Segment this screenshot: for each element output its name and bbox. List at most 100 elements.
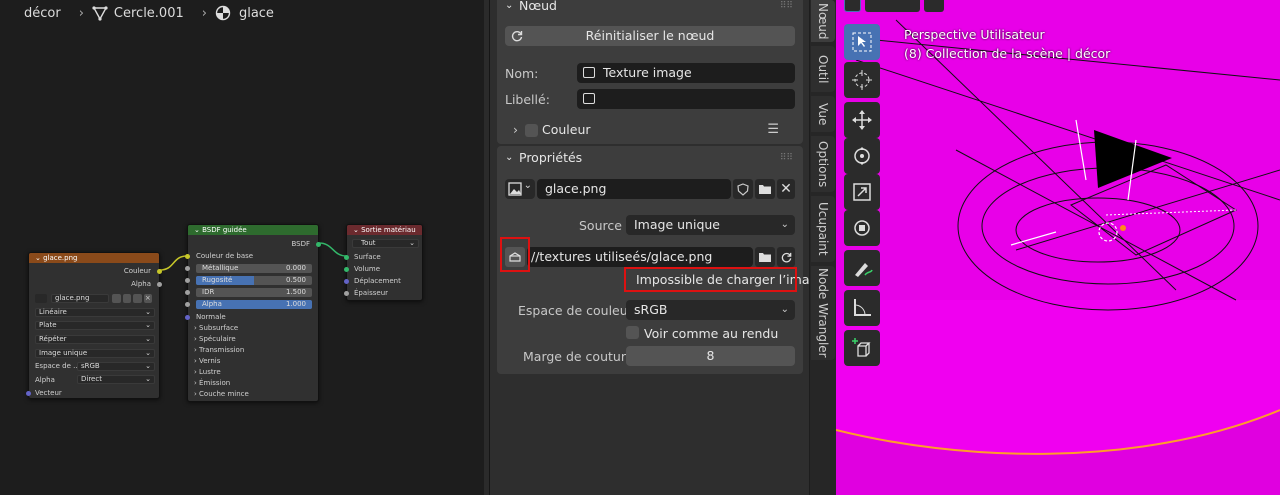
section-specular[interactable]: › Spéculaire: [194, 334, 236, 344]
collapse-icon[interactable]: ⌄: [194, 226, 202, 234]
socket-metallic[interactable]: [185, 266, 190, 271]
name-field[interactable]: Texture image: [577, 63, 795, 83]
node-header[interactable]: ⌄ BSDF guidée: [188, 225, 318, 235]
measure-icon: [854, 299, 871, 316]
rotate-tool[interactable]: [844, 138, 880, 174]
properties-panel-header[interactable]: ⌄ Propriétés ⠿⠿: [497, 146, 803, 170]
input-normal: Normale: [196, 313, 226, 321]
margin-field[interactable]: 8: [626, 346, 795, 366]
image-name-field[interactable]: glace.png: [537, 179, 731, 199]
image-icon: [508, 182, 522, 196]
socket-alpha[interactable]: [157, 282, 162, 287]
socket-vecteur[interactable]: [26, 391, 31, 396]
material-output-node[interactable]: ⌄ Sortie matériau Tout ⌄ Surface Volume D…: [344, 224, 423, 301]
socket-bsdf[interactable]: [316, 242, 321, 247]
drag-handle-icon[interactable]: ⠿⠿: [780, 146, 793, 170]
scale-tool[interactable]: [844, 174, 880, 210]
collapse-icon[interactable]: ⌄: [353, 226, 361, 234]
colorspace-select[interactable]: sRGB ⌄: [77, 362, 155, 371]
socket-ior[interactable]: [185, 290, 190, 295]
tab-view[interactable]: Vue: [811, 96, 835, 132]
extension-select[interactable]: Répéter ⌄: [35, 335, 155, 344]
measure-tool[interactable]: [844, 290, 880, 326]
view-as-render-checkbox[interactable]: [626, 326, 639, 339]
reload-button[interactable]: [777, 247, 795, 267]
tab-node-wrangler[interactable]: Node Wrangler: [811, 266, 835, 360]
color-checkbox[interactable]: [525, 124, 538, 137]
chevron-down-icon: ⌄: [505, 152, 514, 163]
select-box-tool[interactable]: [844, 24, 880, 60]
drag-handle-icon[interactable]: ⠿⠿: [780, 0, 793, 18]
open-icon[interactable]: [133, 294, 142, 303]
unlink-button[interactable]: ✕: [777, 179, 795, 199]
mode-button[interactable]: [844, 0, 861, 12]
projection-select[interactable]: Plate ⌄: [35, 321, 155, 330]
alpha-mode-select[interactable]: Direct ⌄: [77, 375, 155, 384]
chevron-down-icon: ⌄: [505, 0, 514, 11]
fake-user-button[interactable]: [733, 179, 753, 199]
open-image-button[interactable]: [755, 179, 775, 199]
tab-options[interactable]: Options: [811, 136, 835, 192]
close-icon[interactable]: ×: [143, 294, 152, 303]
color-subpanel-header[interactable]: › Couleur ☰: [497, 118, 803, 142]
input-base-color: Couleur de base: [196, 252, 254, 260]
label-field[interactable]: [577, 89, 795, 109]
target-select[interactable]: Tout ⌄: [352, 239, 419, 248]
node-header[interactable]: ⌄ glace.png: [29, 253, 159, 263]
section-emission[interactable]: › Émission: [194, 378, 230, 388]
mode-button[interactable]: [864, 0, 920, 12]
bsdf-node[interactable]: ⌄ BSDF guidée BSDF Couleur de base Métal…: [185, 224, 321, 402]
image-texture-node[interactable]: ⌄ glace.png Couleur Alpha glace.png × Li…: [26, 252, 162, 399]
node-editor[interactable]: décor › Cercle.001 › glace ⌄ glace.png C…: [0, 0, 484, 495]
reset-node-button[interactable]: Réinitialiser le nœud: [505, 26, 795, 46]
browse-file-button[interactable]: [755, 247, 775, 267]
section-thin-film[interactable]: › Couche mince: [194, 389, 249, 399]
source-select[interactable]: Image unique ⌄: [626, 215, 795, 235]
node-panel-header[interactable]: ⌄ Nœud ⠿⠿: [497, 0, 803, 18]
socket-volume[interactable]: [344, 267, 349, 272]
socket-displacement[interactable]: [344, 279, 349, 284]
image-browse-icon[interactable]: [35, 294, 47, 303]
slider-ior[interactable]: IDR 1.500: [196, 288, 312, 297]
output-couleur: Couleur: [123, 267, 151, 275]
mode-button[interactable]: [923, 0, 944, 12]
alpha-label: Alpha: [35, 376, 55, 384]
section-subsurface[interactable]: › Subsurface: [194, 323, 238, 333]
socket-roughness[interactable]: [185, 278, 190, 283]
section-sheen[interactable]: › Lustre: [194, 367, 221, 377]
collapse-icon[interactable]: ⌄: [35, 254, 43, 262]
transform-tool[interactable]: [844, 210, 880, 246]
duplicate-icon[interactable]: [122, 294, 131, 303]
slider-roughness[interactable]: Rugosité 0.500: [196, 276, 312, 285]
tab-node[interactable]: Nœud: [811, 0, 835, 42]
list-icon[interactable]: ☰: [767, 118, 779, 142]
socket-alpha[interactable]: [185, 302, 190, 307]
filepath-field[interactable]: //textures utiliseés/glace.png: [527, 247, 753, 267]
colorspace-select[interactable]: sRGB ⌄: [626, 300, 795, 320]
fake-user-icon[interactable]: [112, 294, 121, 303]
image-name-field[interactable]: glace.png: [51, 294, 109, 303]
slider-alpha[interactable]: Alpha 1.000: [196, 300, 312, 309]
highlight-pack-button: [500, 237, 530, 272]
annotate-tool[interactable]: [844, 250, 880, 286]
tab-ucupaint[interactable]: Ucupaint: [811, 196, 835, 262]
section-coat[interactable]: › Vernis: [194, 356, 220, 366]
socket-normal[interactable]: [185, 315, 190, 320]
shield-icon: [737, 182, 749, 196]
add-cube-tool[interactable]: [844, 330, 880, 366]
slider-metallic[interactable]: Métallique 0.000: [196, 264, 312, 273]
move-tool[interactable]: [844, 102, 880, 138]
cursor-tool[interactable]: [844, 62, 880, 98]
interpolation-select[interactable]: Linéaire ⌄: [35, 308, 155, 317]
node-header[interactable]: ⌄ Sortie matériau: [347, 225, 422, 235]
socket-thickness[interactable]: [344, 291, 349, 296]
socket-base-color[interactable]: [185, 254, 190, 259]
section-transmission[interactable]: › Transmission: [194, 345, 244, 355]
chevron-right-icon: ›: [513, 122, 518, 137]
image-browse-button[interactable]: ⌄: [505, 179, 535, 199]
socket-surface[interactable]: [344, 255, 349, 260]
socket-couleur[interactable]: [157, 269, 162, 274]
tab-tool[interactable]: Outil: [811, 46, 835, 92]
source-select[interactable]: Image unique ⌄: [35, 349, 155, 358]
3d-viewport[interactable]: Perspective Utilisateur (8) Collection d…: [836, 0, 1280, 495]
